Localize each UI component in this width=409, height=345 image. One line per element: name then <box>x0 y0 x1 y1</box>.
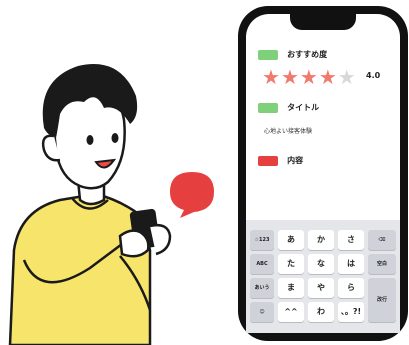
star-icon[interactable]: ★ <box>338 65 357 89</box>
enter-key[interactable]: 改行 <box>368 278 396 322</box>
software-keyboard: ☆123 あ か さ ⌫ ABC た な は 空白 あいう ま や ら 改行 ☺… <box>246 220 400 333</box>
keyboard-key[interactable]: わ <box>308 302 334 322</box>
keyboard-key[interactable]: 、。?! <box>338 302 364 322</box>
star-icon[interactable]: ★ <box>262 65 281 89</box>
required-badge <box>258 155 278 166</box>
field-label: おすすめ度 <box>287 50 328 59</box>
field-label: タイトル <box>287 103 320 112</box>
keyboard-key[interactable]: ABC <box>250 254 274 274</box>
space-key[interactable]: 空白 <box>368 254 396 274</box>
keyboard-key[interactable]: ^^ <box>278 302 304 322</box>
field-recommendation: おすすめ度 <box>258 44 327 63</box>
star-rating[interactable]: ★★★★★ <box>262 66 357 88</box>
required-badge <box>258 102 278 113</box>
keyboard-key[interactable]: あいう <box>250 278 274 298</box>
star-icon[interactable]: ★ <box>300 65 319 89</box>
phone-notch <box>290 14 356 30</box>
title-input[interactable]: 心地よい接客体験 <box>264 126 312 135</box>
field-title: タイトル <box>258 97 319 116</box>
field-label: 内容 <box>287 156 304 165</box>
keyboard-key[interactable]: か <box>308 230 334 250</box>
keyboard-key[interactable]: あ <box>278 230 304 250</box>
keyboard-key[interactable]: た <box>278 254 304 274</box>
star-icon[interactable]: ★ <box>281 65 300 89</box>
required-badge <box>258 49 278 60</box>
speech-bubble-icon <box>170 172 214 218</box>
keyboard-key[interactable]: は <box>338 254 364 274</box>
star-icon[interactable]: ★ <box>319 65 338 89</box>
rating-value: 4.0 <box>366 71 381 80</box>
emoji-key[interactable]: ☺ <box>250 302 274 322</box>
keyboard-key[interactable]: ま <box>278 278 304 298</box>
keyboard-key[interactable]: さ <box>338 230 364 250</box>
keyboard-key[interactable]: ら <box>338 278 364 298</box>
keyboard-key[interactable]: ☆123 <box>250 230 274 250</box>
field-content: 内容 <box>258 150 303 169</box>
backspace-key[interactable]: ⌫ <box>368 230 396 250</box>
keyboard-key[interactable]: な <box>308 254 334 274</box>
keyboard-key[interactable]: や <box>308 278 334 298</box>
